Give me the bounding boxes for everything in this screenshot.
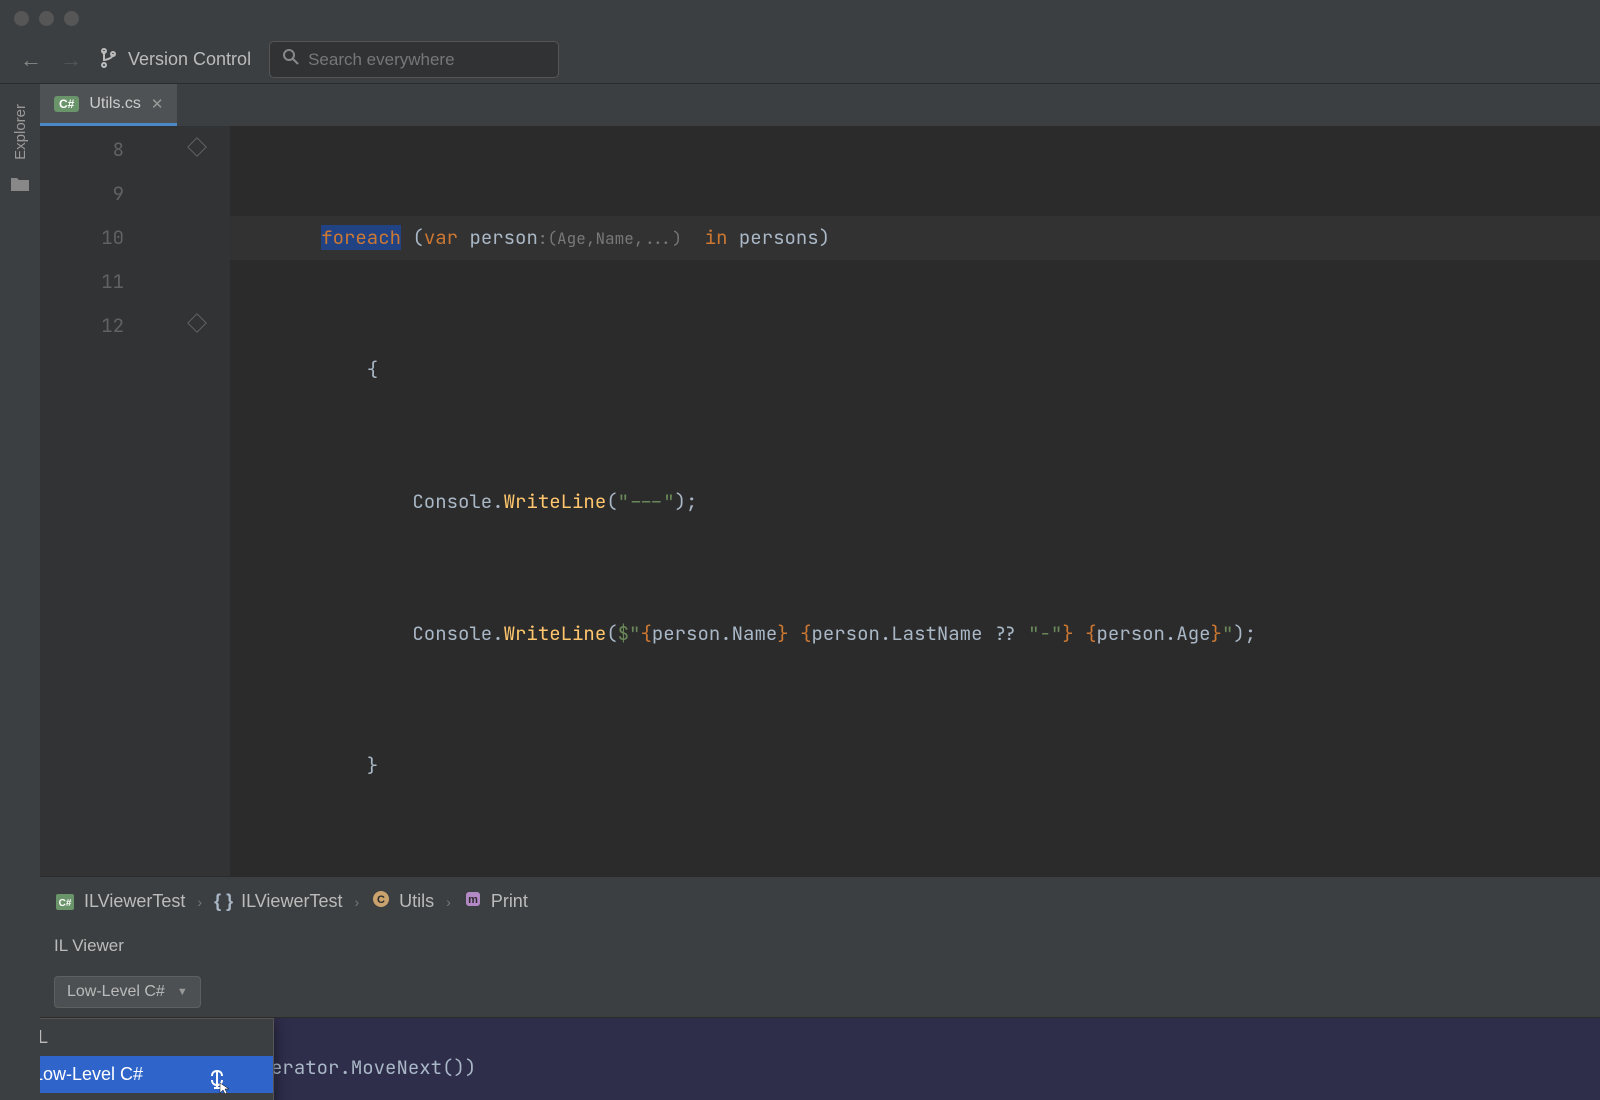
explorer-tool-button[interactable]: Explorer: [12, 104, 29, 160]
il-viewer-panel-title: IL Viewer: [40, 926, 1600, 966]
fold-marker-icon[interactable]: [187, 137, 207, 157]
tab-filename: Utils.cs: [89, 95, 141, 113]
file-type-badge: C#: [54, 96, 79, 112]
search-placeholder: Search everywhere: [308, 50, 454, 70]
code-area[interactable]: foreach (var person:(Age,Name,...) in pe…: [230, 126, 1600, 876]
code-line[interactable]: {: [230, 348, 1600, 392]
nav-forward-button[interactable]: →: [60, 47, 82, 73]
view-mode-dropdown[interactable]: Low-Level C# ▼: [54, 976, 201, 1008]
il-line[interactable]: {: [40, 1090, 1600, 1100]
line-number: 10: [40, 216, 124, 260]
dropdown-item-low-level-csharp[interactable]: Low-Level C#: [40, 1056, 273, 1093]
code-editor[interactable]: 8 9 10 11 12 foreach (var person:(Age,Na…: [40, 126, 1600, 876]
il-viewer-code[interactable]: IL Low-Level C# High-Level C# (enumerato…: [40, 1018, 1600, 1100]
line-number: 9: [40, 172, 124, 216]
cursor-icon: [209, 1069, 231, 1100]
namespace-icon: { }: [214, 891, 233, 912]
left-tool-rail: Explorer: [0, 84, 40, 1100]
version-control-button[interactable]: Version Control: [100, 46, 251, 74]
code-line[interactable]: Console.WriteLine($"{person.Name} {perso…: [230, 612, 1600, 656]
main-toolbar: ← → Version Control Search everywhere: [0, 36, 1600, 84]
view-mode-popup: IL Low-Level C# High-Level C#: [40, 1018, 274, 1100]
version-control-label: Version Control: [128, 49, 251, 70]
close-window-button[interactable]: [14, 11, 29, 26]
minimize-window-button[interactable]: [39, 11, 54, 26]
editor-tabs: C# Utils.cs ✕: [40, 84, 1600, 126]
chevron-down-icon: ▼: [177, 986, 188, 998]
search-everywhere-input[interactable]: Search everywhere: [269, 41, 559, 78]
class-icon: C: [371, 889, 391, 914]
method-icon: m: [463, 889, 483, 914]
close-tab-icon[interactable]: ✕: [151, 95, 164, 113]
svg-text:m: m: [468, 894, 478, 906]
dropdown-item-il[interactable]: IL: [40, 1019, 273, 1056]
maximize-window-button[interactable]: [64, 11, 79, 26]
il-viewer-toolbar: Low-Level C# ▼: [40, 966, 1600, 1018]
editor-gutter: 8 9 10 11 12: [40, 126, 230, 876]
il-line[interactable]: (enumerator.MoveNext()): [40, 1046, 1600, 1090]
nav-back-button[interactable]: ←: [20, 47, 42, 73]
search-icon: [282, 48, 300, 71]
chevron-right-icon: ›: [446, 894, 451, 910]
code-line[interactable]: Console.WriteLine("---");: [230, 480, 1600, 524]
svg-text:C#: C#: [59, 898, 72, 909]
svg-text:C: C: [377, 894, 385, 906]
chevron-right-icon: ›: [354, 894, 359, 910]
tab-utils-cs[interactable]: C# Utils.cs ✕: [40, 84, 177, 126]
line-number: 8: [40, 128, 124, 172]
code-line[interactable]: foreach (var person:(Age,Name,...) in pe…: [230, 216, 1600, 260]
fold-marker-icon[interactable]: [187, 313, 207, 333]
breadcrumb-class[interactable]: C Utils: [371, 889, 434, 914]
line-number: 11: [40, 260, 124, 304]
branch-icon: [100, 46, 118, 74]
dropdown-item-high-level-csharp[interactable]: High-Level C#: [40, 1093, 273, 1100]
breadcrumb-bar: C# ILViewerTest › { } ILViewerTest › C U…: [40, 876, 1600, 926]
titlebar: [0, 0, 1600, 36]
code-line[interactable]: }: [230, 744, 1600, 788]
breadcrumb-namespace[interactable]: { } ILViewerTest: [214, 891, 342, 912]
folder-icon[interactable]: [10, 176, 30, 197]
project-icon: C#: [54, 891, 76, 913]
line-number: 12: [40, 304, 124, 348]
breadcrumb-project[interactable]: C# ILViewerTest: [54, 891, 185, 913]
chevron-right-icon: ›: [197, 894, 202, 910]
dropdown-value: Low-Level C#: [67, 983, 165, 1001]
breadcrumb-method[interactable]: m Print: [463, 889, 528, 914]
